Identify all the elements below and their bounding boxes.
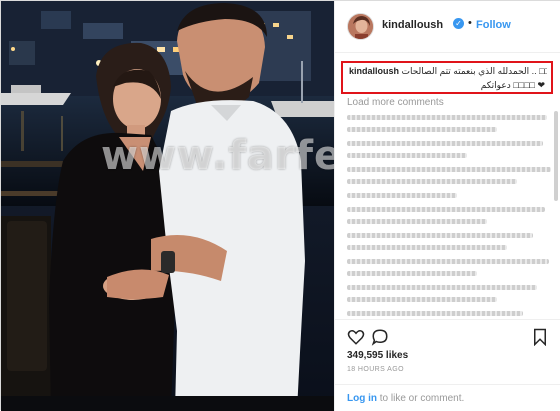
photo-illustration bbox=[1, 1, 334, 411]
blurred-comment-line bbox=[347, 127, 497, 132]
login-prompt: Log in to like or comment. bbox=[335, 384, 560, 410]
caption-text-1: الحمدلله الذي بنعمته تتم الصالحات .. □□ bbox=[401, 66, 547, 76]
blurred-comment-line bbox=[347, 193, 457, 198]
post-header: kindalloush ✓ • Follow bbox=[335, 1, 560, 53]
post-photo[interactable]: www.farfesh.com bbox=[1, 1, 334, 411]
separator-dot: • bbox=[468, 17, 472, 29]
caption-username[interactable]: kindalloush bbox=[349, 66, 399, 76]
blurred-comment-line bbox=[347, 233, 533, 238]
avatar[interactable] bbox=[347, 13, 374, 40]
blurred-comment-line bbox=[347, 219, 487, 224]
blurred-comment-line bbox=[347, 167, 551, 172]
comments-scrollbar[interactable] bbox=[554, 111, 558, 201]
post-timestamp: 18 HOURS AGO bbox=[347, 366, 404, 373]
caption-line-1: kindalloush الحمدلله الذي بنعمته تتم الص… bbox=[349, 66, 547, 77]
blurred-comment-line bbox=[347, 285, 537, 290]
blurred-comment-line bbox=[347, 245, 507, 250]
blurred-comment-line bbox=[347, 153, 467, 158]
blurred-comment-line bbox=[347, 207, 545, 212]
login-prompt-text: to like or comment. bbox=[377, 393, 465, 404]
blurred-comments bbox=[347, 113, 553, 335]
caption-highlight-box: kindalloush الحمدلله الذي بنعمته تتم الص… bbox=[341, 61, 553, 94]
bookmark-icon[interactable] bbox=[531, 328, 549, 346]
post-actions: 349,595 likes 18 HOURS AGO Log in to lik… bbox=[335, 319, 560, 409]
blurred-comment-line bbox=[347, 311, 523, 316]
blurred-comment-line bbox=[347, 141, 543, 146]
post-frame: www.farfesh.com kindalloush ✓ • Follow k… bbox=[0, 0, 560, 411]
avatar-image bbox=[348, 14, 373, 39]
blurred-comment-line bbox=[347, 115, 547, 120]
heart-icon[interactable] bbox=[347, 328, 365, 346]
blurred-comment-line bbox=[347, 297, 497, 302]
login-link[interactable]: Log in bbox=[347, 393, 377, 404]
blurred-comment-line bbox=[347, 179, 517, 184]
caption-text-2: دعواتكم □□□□ ❤ bbox=[480, 80, 545, 90]
likes-count[interactable]: 349,595 likes bbox=[347, 350, 408, 361]
load-more-comments-link[interactable]: Load more comments bbox=[347, 97, 444, 108]
follow-button[interactable]: Follow bbox=[476, 19, 511, 31]
comment-icon[interactable] bbox=[371, 328, 389, 346]
post-side-panel: kindalloush ✓ • Follow kindalloush الحمد… bbox=[334, 1, 560, 411]
verified-badge-icon: ✓ bbox=[453, 18, 464, 29]
username-link[interactable]: kindalloush bbox=[382, 19, 443, 31]
blurred-comment-line bbox=[347, 271, 477, 276]
blurred-comment-line bbox=[347, 259, 549, 264]
